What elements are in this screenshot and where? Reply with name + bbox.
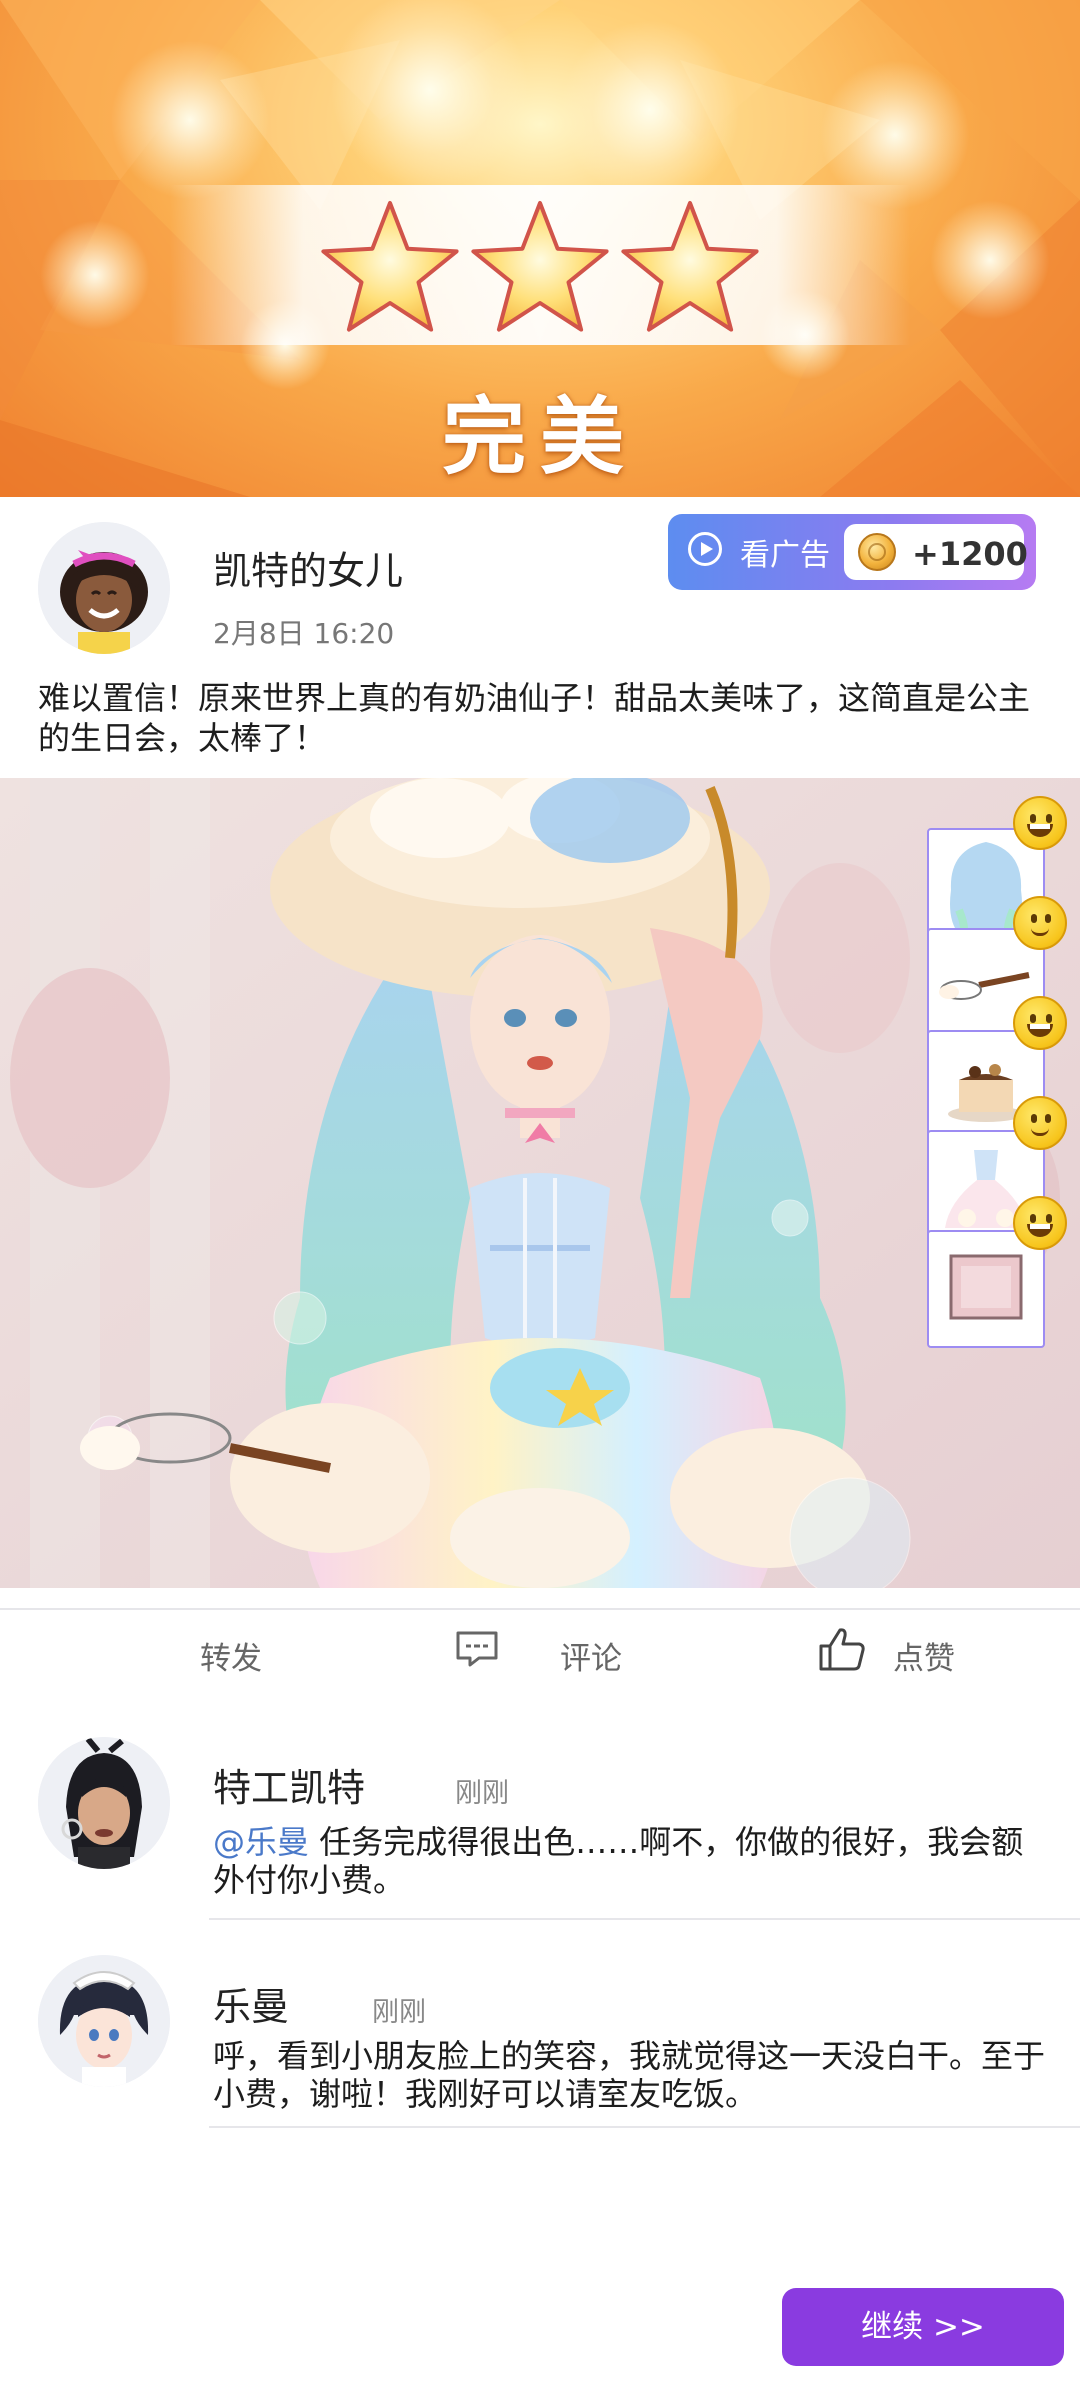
result-title: 完美 [441,388,638,486]
star-icon [621,201,759,332]
commenter-avatar[interactable] [38,1737,170,1869]
author-name[interactable]: 凯特的女儿 [213,540,403,595]
post-text: 难以置信！原来世界上真的有奶油仙子！甜品太美味了，这简直是公主的生日会，太棒了！ [38,679,1031,757]
watch-ad-label: 看广告 [740,538,830,573]
star-icon [471,201,609,332]
comment-text: @乐曼 任务完成得很出色……啊不，你做的很好，我会额外付你小费。 [213,1823,1053,1899]
grinning-emoji-icon [1013,796,1067,850]
star-icon [321,201,459,332]
comment-divider [209,1918,1080,1920]
author-avatar[interactable] [38,522,170,654]
like-button[interactable]: 点赞 [893,1633,955,1678]
continue-button[interactable]: 继续 >> [782,2288,1064,2366]
commenter-name[interactable]: 乐曼 [213,1976,289,2031]
grinning-emoji-icon [1013,996,1067,1050]
comment-icon[interactable] [455,1630,499,1668]
post-image[interactable] [0,778,1080,1588]
grinning-emoji-icon [1013,1196,1067,1250]
result-banner: 完美 [0,0,1080,497]
like-icon[interactable] [818,1626,866,1672]
commenter-avatar[interactable] [38,1955,170,2087]
comment-timestamp: 刚刚 [372,1997,426,2028]
commenter-name[interactable]: 特工凯特 [213,1757,365,1812]
comment-button[interactable]: 评论 [560,1633,622,1678]
coin-icon [858,533,896,571]
play-icon [688,532,722,566]
comment-timestamp: 刚刚 [455,1778,509,1809]
comment-text: 呼，看到小朋友脸上的笑容，我就觉得这一天没白干。至于小费，谢啦！我刚好可以请室友… [213,2037,1046,2113]
cream-fairy-illustration [0,778,1080,1588]
share-button[interactable]: 转发 [200,1633,262,1678]
watch-ad-button[interactable]: 看广告 +1200 [668,514,1036,590]
post-timestamp: 2月8日 16:20 [213,617,395,650]
action-bar-divider [0,1608,1080,1610]
smiling-emoji-icon [1013,896,1067,950]
mention-link[interactable]: @乐曼 [213,1823,309,1861]
smiling-emoji-icon [1013,1096,1067,1150]
ad-reward-amount: +1200 [912,535,1028,573]
ad-reward-pill: +1200 [844,524,1028,580]
side-item-background[interactable] [927,1230,1045,1348]
background-item-icon [949,1254,1023,1320]
comment-body: 任务完成得很出色……啊不，你做的很好，我会额外付你小费。 [213,1823,1024,1899]
rating-stars [321,201,759,332]
comment-divider [209,2126,1080,2128]
